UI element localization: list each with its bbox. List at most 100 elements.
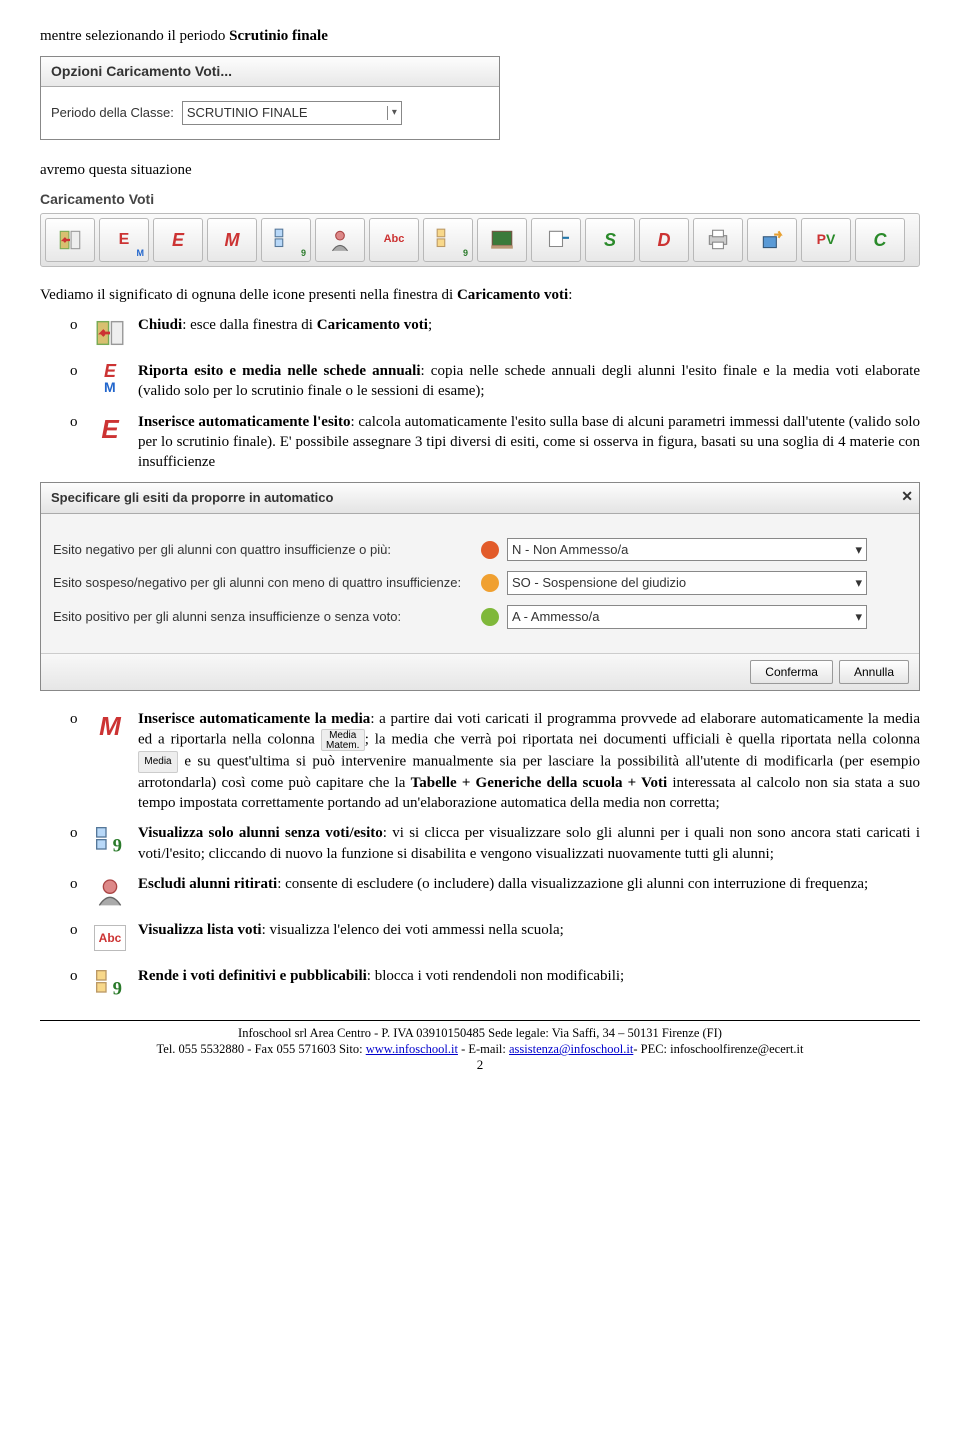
bullet-marker: o xyxy=(70,709,82,729)
esiti-dialog-body: Esito negativo per gli alunni con quattr… xyxy=(41,514,919,653)
options-dialog: Opzioni Caricamento Voti... Periodo dell… xyxy=(40,56,500,139)
item-text: : visualizza l'elenco dei voti ammessi n… xyxy=(262,922,564,938)
esito-row: Esito sospeso/negativo per gli alunni co… xyxy=(53,571,907,595)
esito-row: Esito positivo per gli alunni senza insu… xyxy=(53,605,907,629)
select-value: SO - Sospensione del giudizio xyxy=(512,574,686,592)
footer-sep3: - PEC: xyxy=(633,1042,670,1056)
toolbar-export-button[interactable] xyxy=(747,218,797,262)
toolbar-escludi-ritirati-button[interactable] xyxy=(315,218,365,262)
item-label: Chiudi xyxy=(138,317,182,333)
inserisce-esito-icon: E xyxy=(90,412,130,448)
confirm-button[interactable]: Conferma xyxy=(750,660,833,684)
feature-list-2: o M Inserisce automaticamente la media: … xyxy=(70,709,920,1002)
esiti-dialog-title: Specificare gli esiti da proporre in aut… xyxy=(41,483,919,514)
item-text2: ; la media che verrà poi riportata nei d… xyxy=(365,731,920,747)
media-column-icon: Media xyxy=(138,751,178,773)
list-item: o 9 Visualizza solo alunni senza voti/es… xyxy=(70,823,920,864)
toolbar-inserisce-esito-button[interactable]: E xyxy=(153,218,203,262)
inserisce-media-icon: M xyxy=(90,709,130,745)
item-label: Escludi alunni ritirati xyxy=(138,876,277,892)
item-desc: Inserisce automaticamente la media: a pa… xyxy=(138,709,920,814)
toolbar-pv-button[interactable]: PV xyxy=(801,218,851,262)
toolbar-solo-senza-voti-button[interactable]: 9 xyxy=(261,218,311,262)
item-text: : blocca i voti rendendoli non modificab… xyxy=(367,968,624,984)
esito-row: Esito negativo per gli alunni con quattr… xyxy=(53,538,907,562)
item-label: Inserisce automaticamente l'esito xyxy=(138,414,350,430)
svg-text:9: 9 xyxy=(113,836,122,857)
esito-negativo-select[interactable]: N - Non Ammesso/a ▾ xyxy=(507,538,867,562)
toolbar-d-button[interactable]: D xyxy=(639,218,689,262)
cancel-button[interactable]: Annulla xyxy=(839,660,909,684)
chevron-down-icon: ▾ xyxy=(855,541,862,559)
list-item: o Abc Visualizza lista voti: visualizza … xyxy=(70,920,920,956)
toolbar-board-button[interactable] xyxy=(477,218,527,262)
select-value: N - Non Ammesso/a xyxy=(512,541,628,559)
item-bold2: Tabelle + Generiche della scuola + Voti xyxy=(411,775,668,791)
item-text: : esce dalla finestra di xyxy=(182,317,317,333)
list-item: o M Inserisce automaticamente la media: … xyxy=(70,709,920,814)
toolbar-riporta-esito-button[interactable]: EM xyxy=(99,218,149,262)
after-dialog-text: avremo questa situazione xyxy=(40,160,920,180)
options-dialog-body: Periodo della Classe: SCRUTINIO FINALE ▾ xyxy=(41,87,499,139)
footer-sep2: - E-mail: xyxy=(458,1042,509,1056)
toolbar-c-button[interactable]: C xyxy=(855,218,905,262)
item-desc: Visualizza solo alunni senza voti/esito:… xyxy=(138,823,920,864)
bullet-marker: o xyxy=(70,874,82,894)
after-toolbar-post: : xyxy=(568,287,572,303)
footer-tel: Tel. 055 5532880 - Fax 055 571603 Sito: xyxy=(157,1042,366,1056)
bullet-marker: o xyxy=(70,412,82,432)
toolbar-print-arrow-button[interactable] xyxy=(531,218,581,262)
item-desc: Rende i voti definitivi e pubblicabili: … xyxy=(138,966,920,986)
media-label-b: Matem. xyxy=(326,740,359,751)
esito-sospeso-select[interactable]: SO - Sospensione del giudizio ▾ xyxy=(507,571,867,595)
rende-definitivi-icon: 9 xyxy=(90,966,130,1002)
list-item: o 9 Rende i voti definitivi e pubblicabi… xyxy=(70,966,920,1002)
footer-site-link[interactable]: www.infoschool.it xyxy=(366,1042,458,1056)
item-label: Riporta esito e media nelle schede annua… xyxy=(138,363,421,379)
item-label: Visualizza solo alunni senza voti/esito xyxy=(138,825,383,841)
footer-email-link[interactable]: assistenza@infoschool.it xyxy=(509,1042,633,1056)
options-dialog-title: Opzioni Caricamento Voti... xyxy=(41,57,499,87)
lista-voti-icon: Abc xyxy=(90,920,130,956)
feature-list: o Chiudi: esce dalla finestra di Caricam… xyxy=(70,315,920,472)
chevron-down-icon: ▾ xyxy=(855,608,862,626)
esito-positivo-select[interactable]: A - Ammesso/a▾ xyxy=(507,605,867,629)
item-bold2: Caricamento voti xyxy=(317,317,428,333)
toolbar-s-button[interactable]: S xyxy=(585,218,635,262)
riporta-esito-icon: EM xyxy=(90,361,130,397)
close-icon[interactable]: ✕ xyxy=(901,487,913,506)
periodo-label: Periodo della Classe: xyxy=(51,104,174,122)
close-icon xyxy=(90,315,130,351)
periodo-select[interactable]: SCRUTINIO FINALE ▾ xyxy=(182,101,402,125)
item-desc: Visualizza lista voti: visualizza l'elen… xyxy=(138,920,920,940)
toolbar-caption: Caricamento Voti xyxy=(40,190,920,209)
chevron-down-icon: ▾ xyxy=(387,106,397,120)
after-toolbar-text: Vediamo il significato di ognuna delle i… xyxy=(40,285,920,305)
face-happy-icon xyxy=(481,608,499,626)
item-desc: Escludi alunni ritirati: consente di esc… xyxy=(138,874,920,894)
intro-line: mentre selezionando il periodo Scrutinio… xyxy=(40,26,920,46)
chevron-down-icon: ▾ xyxy=(855,574,862,592)
toolbar-section: Caricamento Voti EM E M 9 Abc 9 S D PV C xyxy=(40,190,920,267)
list-item: o E Inserisce automaticamente l'esito: c… xyxy=(70,412,920,473)
toolbar-close-button[interactable] xyxy=(45,218,95,262)
toolbar-lista-voti-button[interactable]: Abc xyxy=(369,218,419,262)
page-footer: Infoschool srl Area Centro - P. IVA 0391… xyxy=(40,1020,920,1074)
esito-row-label: Esito negativo per gli alunni con quattr… xyxy=(53,541,473,559)
item-desc: Riporta esito e media nelle schede annua… xyxy=(138,361,920,402)
footer-pec: infoschoolfirenze@ecert.it xyxy=(670,1042,803,1056)
page-number: 2 xyxy=(40,1057,920,1074)
bullet-marker: o xyxy=(70,361,82,381)
intro-bold: Scrutinio finale xyxy=(229,28,328,44)
toolbar-rende-definitivi-button[interactable]: 9 xyxy=(423,218,473,262)
face-neutral-icon xyxy=(481,574,499,592)
toolbar-print-button[interactable] xyxy=(693,218,743,262)
footer-line2: Tel. 055 5532880 - Fax 055 571603 Sito: … xyxy=(40,1041,920,1057)
bullet-marker: o xyxy=(70,823,82,843)
intro-pre: mentre selezionando il periodo xyxy=(40,28,229,44)
solo-senza-voti-icon: 9 xyxy=(90,823,130,859)
item-text: : consente di escludere (o includere) da… xyxy=(277,876,868,892)
esiti-dialog: Specificare gli esiti da proporre in aut… xyxy=(40,482,920,690)
item-label: Inserisce automaticamente la media xyxy=(138,711,370,727)
toolbar-inserisce-media-button[interactable]: M xyxy=(207,218,257,262)
